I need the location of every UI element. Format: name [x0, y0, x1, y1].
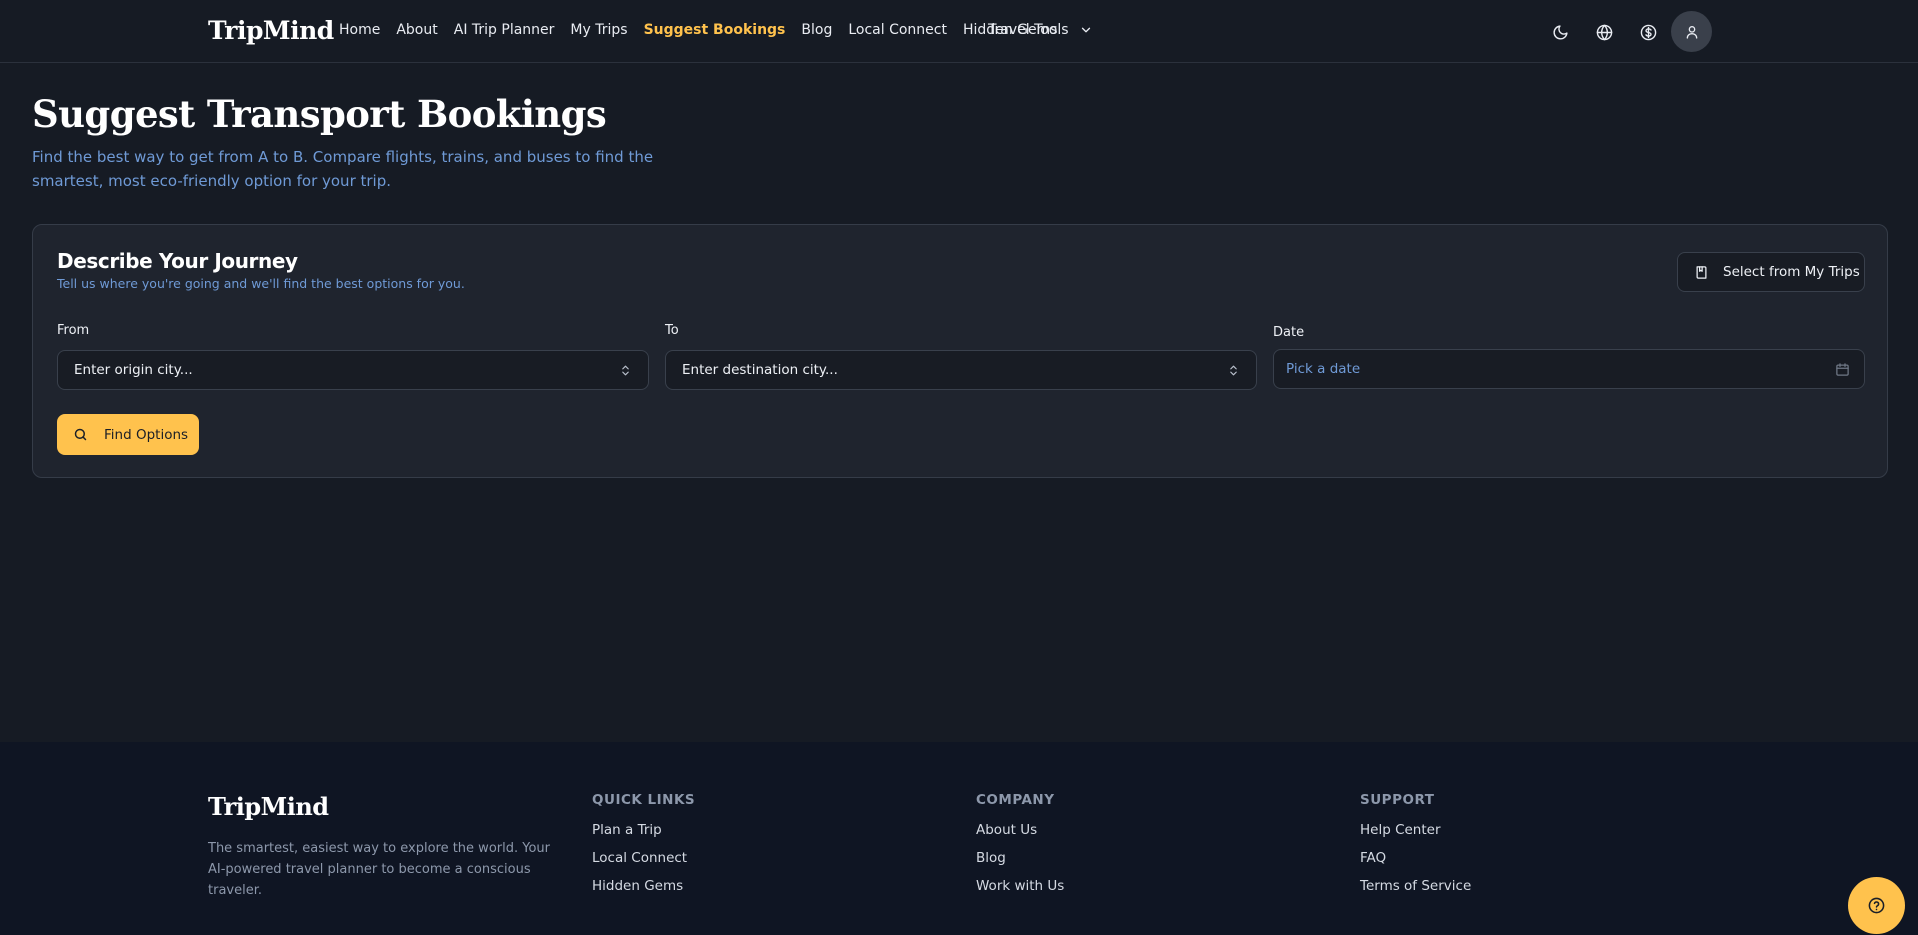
- footer-company: COMPANY About Us Blog Work with Us: [976, 792, 1064, 906]
- page-title: Suggest Transport Bookings: [32, 92, 607, 136]
- from-city-select[interactable]: Enter origin city...: [57, 350, 649, 390]
- travel-tools-label: Travel Tools: [988, 22, 1069, 38]
- date-picker[interactable]: Pick a date: [1273, 349, 1865, 389]
- select-from-my-trips-button[interactable]: Select from My Trips: [1677, 252, 1865, 292]
- nav-link-blog[interactable]: Blog: [801, 22, 832, 38]
- help-button[interactable]: [1848, 877, 1905, 934]
- footer-heading-company: COMPANY: [976, 792, 1055, 808]
- footer-link-faq[interactable]: FAQ: [1360, 850, 1471, 868]
- nav-link-my-trips[interactable]: My Trips: [570, 22, 627, 38]
- footer-link-hidden-gems[interactable]: Hidden Gems: [592, 878, 695, 896]
- find-options-label: Find Options: [104, 426, 189, 443]
- footer-link-local-connect[interactable]: Local Connect: [592, 850, 695, 868]
- page: TripMind Home About AI Trip Planner My T…: [0, 0, 1918, 935]
- nav-links: Home About AI Trip Planner My Trips Sugg…: [339, 22, 1074, 38]
- chevron-down-icon: [1081, 27, 1090, 33]
- date-label: Date: [1273, 325, 1305, 340]
- nav-link-home[interactable]: Home: [339, 22, 380, 38]
- travel-tools-dropdown[interactable]: Travel Tools: [988, 22, 1093, 38]
- footer: TripMind The smartest, easiest way to ex…: [0, 742, 1918, 935]
- brand-logo[interactable]: TripMind: [208, 16, 334, 45]
- language-button[interactable]: [1584, 12, 1624, 52]
- footer-heading-quick-links: QUICK LINKS: [592, 792, 696, 808]
- top-navbar: TripMind Home About AI Trip Planner My T…: [0, 0, 1918, 63]
- search-icon: [74, 428, 87, 441]
- footer-link-terms-of-service[interactable]: Terms of Service: [1360, 878, 1471, 896]
- nav-link-local-connect[interactable]: Local Connect: [848, 22, 947, 38]
- book-icon: [1696, 265, 1707, 279]
- date-placeholder: Pick a date: [1286, 361, 1361, 377]
- nav-link-ai-trip-planner[interactable]: AI Trip Planner: [454, 22, 555, 38]
- footer-brand[interactable]: TripMind: [208, 792, 329, 821]
- footer-link-blog[interactable]: Blog: [976, 850, 1064, 868]
- from-city-placeholder: Enter origin city...: [74, 362, 193, 378]
- chevrons-up-down-icon: [1230, 365, 1237, 375]
- chevrons-up-down-icon: [622, 365, 629, 375]
- footer-quick-links: QUICK LINKS Plan a Trip Local Connect Hi…: [592, 792, 695, 906]
- footer-link-plan-a-trip[interactable]: Plan a Trip: [592, 822, 695, 840]
- journey-card: Describe Your Journey Tell us where you'…: [32, 224, 1888, 478]
- help-circle-icon: [1868, 897, 1885, 914]
- dollar-icon: [1640, 24, 1656, 40]
- footer-description: The smartest, easiest way to explore the…: [208, 841, 550, 898]
- globe-icon: [1596, 24, 1612, 40]
- footer-support: SUPPORT Help Center FAQ Terms of Service: [1360, 792, 1471, 906]
- find-options-button[interactable]: Find Options: [57, 414, 199, 455]
- user-profile-button[interactable]: [1671, 11, 1712, 52]
- footer-link-help-center[interactable]: Help Center: [1360, 822, 1471, 840]
- footer-link-about-us[interactable]: About Us: [976, 822, 1064, 840]
- footer-heading-support: SUPPORT: [1360, 792, 1435, 808]
- journey-card-subtitle: Tell us where you're going and we'll fin…: [57, 276, 465, 291]
- page-subtitle: Find the best way to get from A to B. Co…: [32, 148, 654, 190]
- nav-link-about[interactable]: About: [396, 22, 437, 38]
- moon-icon: [1553, 24, 1568, 39]
- nav-link-suggest-bookings[interactable]: Suggest Bookings: [644, 22, 786, 38]
- to-city-select[interactable]: Enter destination city...: [665, 350, 1257, 390]
- footer-link-work-with-us[interactable]: Work with Us: [976, 878, 1064, 896]
- to-label: To: [665, 323, 679, 338]
- user-icon: [1686, 25, 1697, 39]
- calendar-icon: [1836, 362, 1849, 376]
- theme-toggle-button[interactable]: [1540, 12, 1580, 52]
- journey-card-title: Describe Your Journey: [57, 249, 298, 273]
- from-label: From: [57, 323, 90, 338]
- currency-button[interactable]: [1628, 12, 1668, 52]
- select-from-my-trips-label: Select from My Trips: [1723, 264, 1860, 280]
- to-city-placeholder: Enter destination city...: [682, 362, 838, 378]
